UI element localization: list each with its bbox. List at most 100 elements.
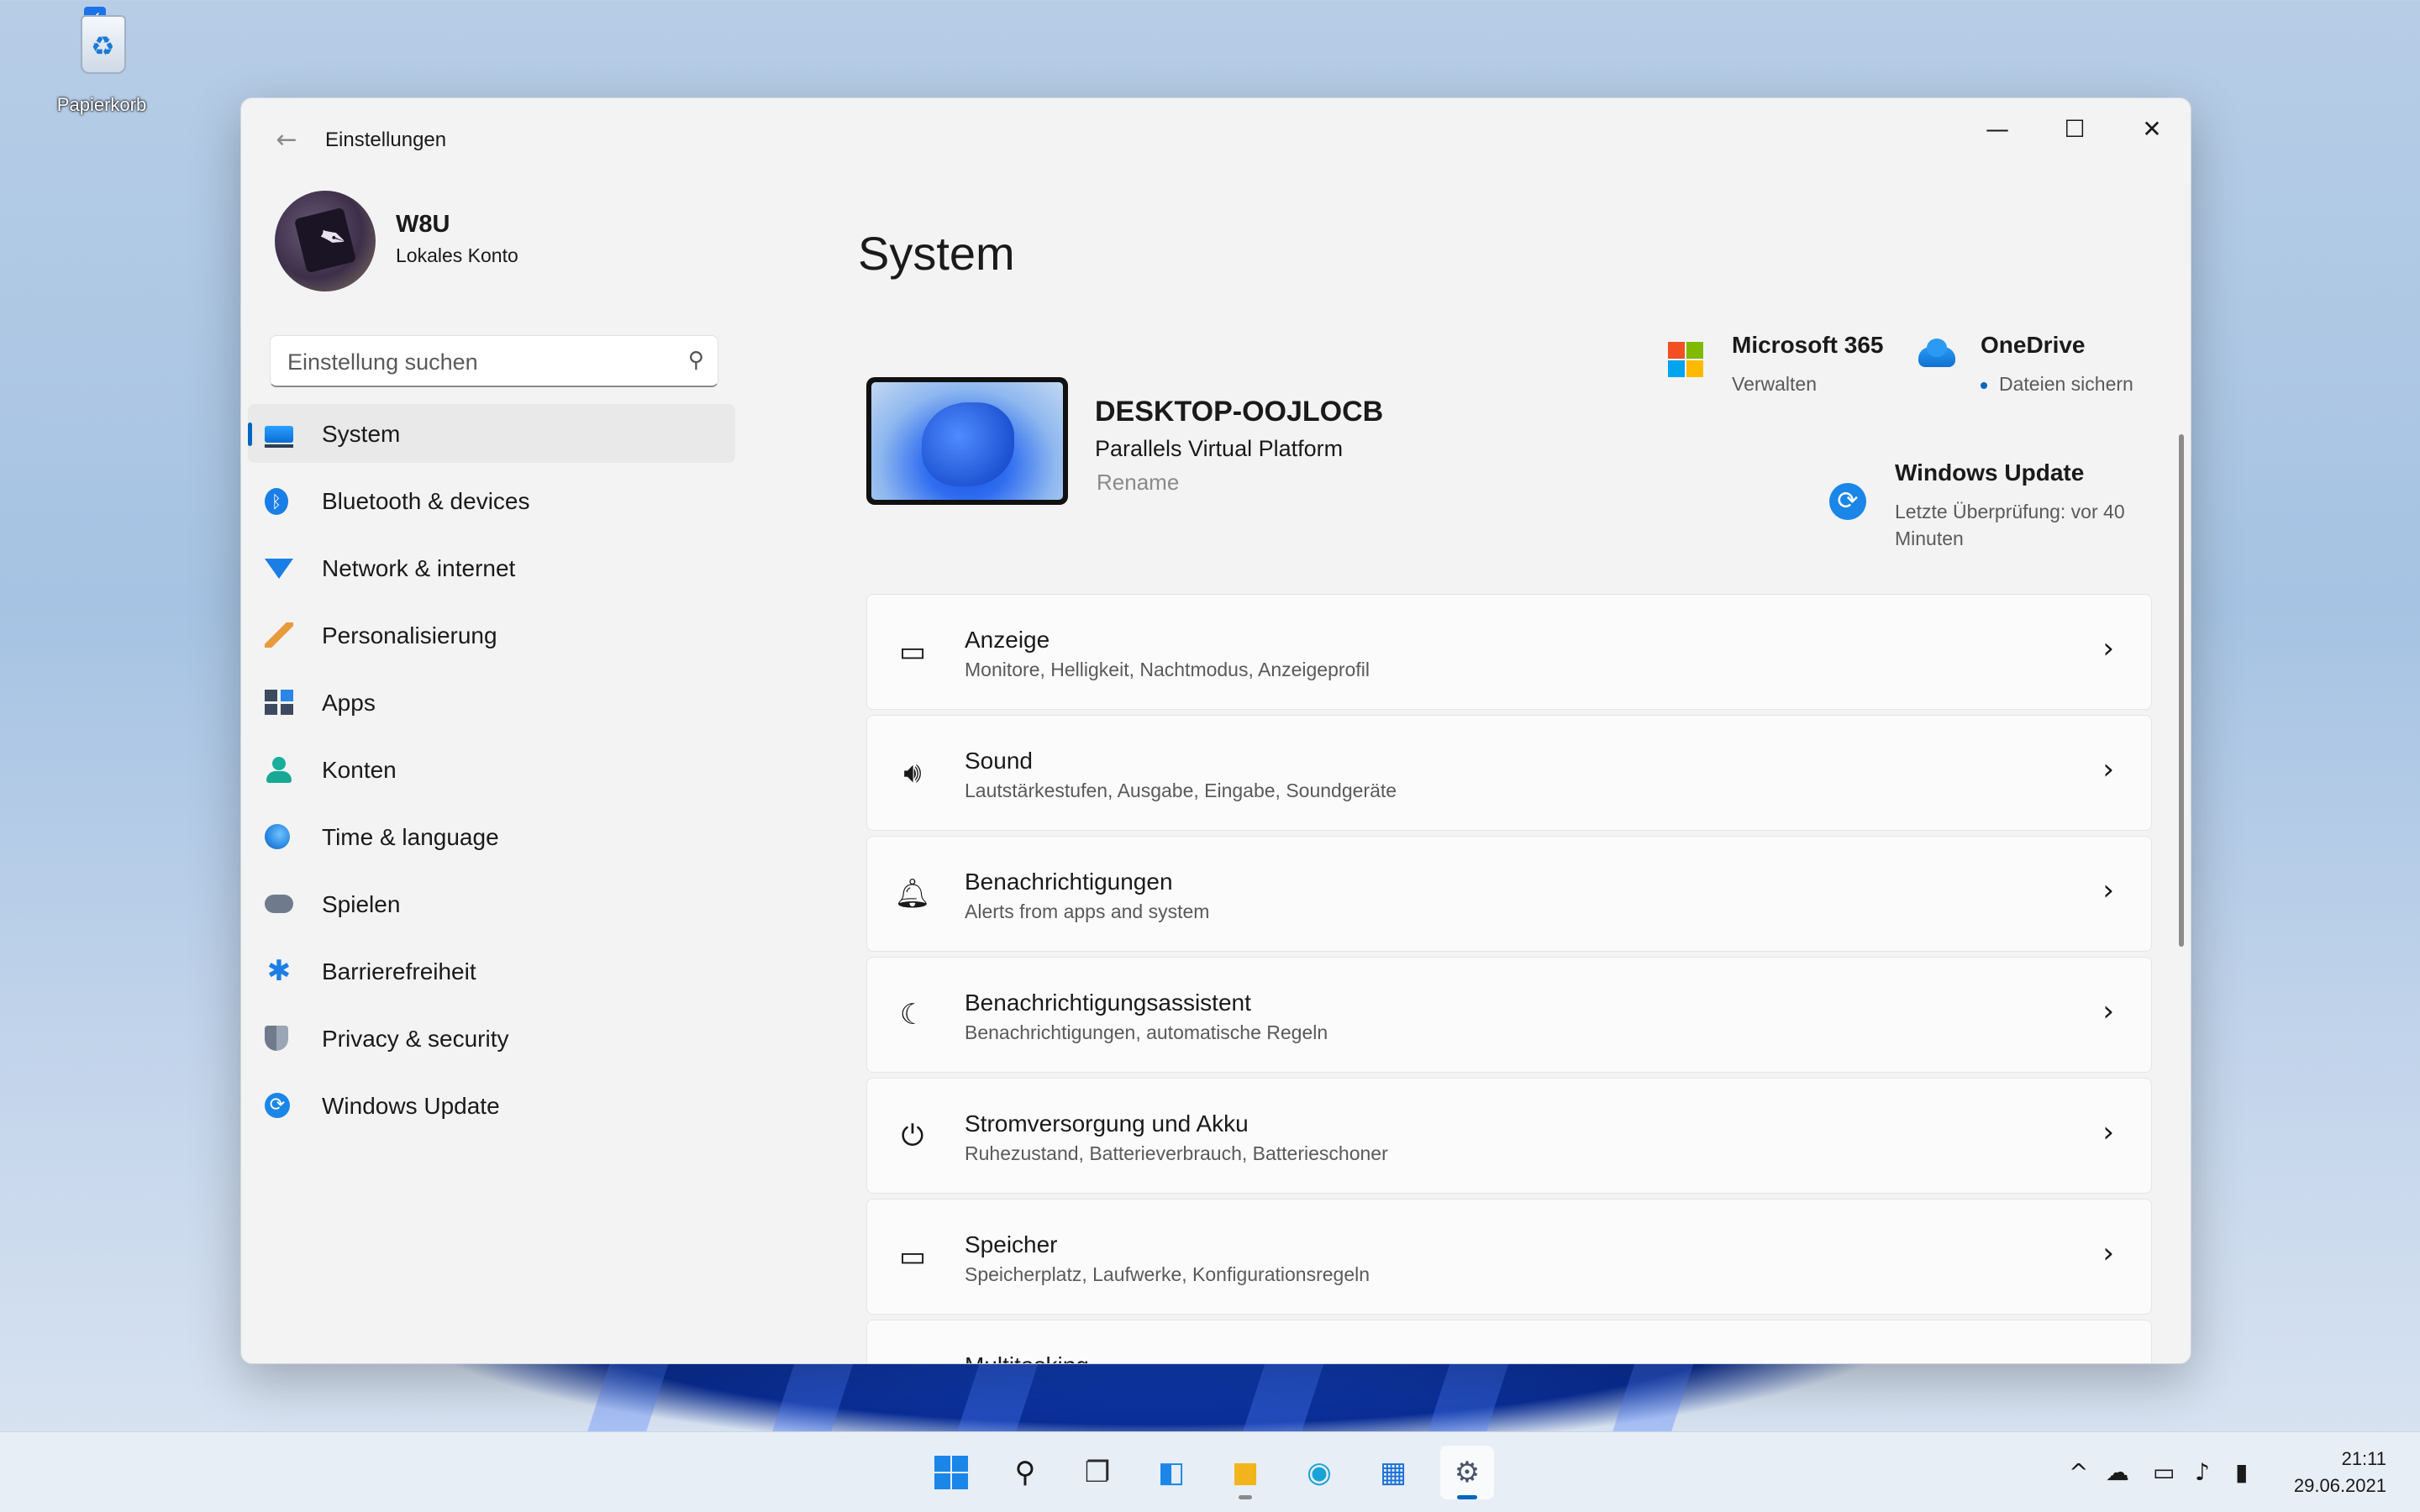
sidebar-item-personalization[interactable]: Personalisierung	[248, 606, 735, 664]
store-button[interactable]: ▦	[1366, 1446, 1420, 1499]
widgets-icon: ◧	[1157, 1456, 1186, 1489]
bluetooth-icon: ᛒ	[265, 488, 288, 515]
sidebar-item-label: Barrierefreiheit	[322, 958, 476, 984]
windows-update-icon[interactable]: ⟳	[1829, 483, 1866, 520]
chevron-right-icon: ›	[2102, 874, 2114, 907]
bell-icon: 🔔︎	[894, 877, 931, 911]
card-subtitle: Ruhezustand, Batterieverbrauch, Batterie…	[965, 1142, 1388, 1164]
system-icon	[265, 426, 293, 448]
microsoft365-tile[interactable]: Microsoft 365 Verwalten	[1732, 332, 1884, 397]
card-subtitle: Benachrichtigungen, automatische Regeln	[965, 1021, 1328, 1043]
card-focus-assist[interactable]: ☾ Benachrichtigungsassistent Benachricht…	[866, 957, 2152, 1073]
task-view-icon: ❐	[1084, 1456, 1111, 1489]
windows-logo-icon	[934, 1456, 968, 1489]
microsoft-logo-icon[interactable]	[1668, 342, 1703, 377]
store-bag-icon: ▦	[1379, 1456, 1407, 1489]
card-title: Speicher	[965, 1231, 1058, 1257]
clock-time: 21:11	[2341, 1448, 2386, 1469]
widgets-button[interactable]: ◧	[1144, 1446, 1198, 1499]
avatar[interactable]: ✒	[275, 191, 376, 291]
settings-button[interactable]: ⚙	[1440, 1446, 1494, 1499]
device-name: DESKTOP-OOJLOCB	[1095, 396, 1384, 428]
sidebar-item-accounts[interactable]: Konten	[248, 740, 735, 799]
search-icon[interactable]: ⚲	[688, 348, 704, 373]
sidebar-item-network[interactable]: Network & internet	[248, 538, 735, 597]
card-title: Stromversorgung und Akku	[965, 1110, 1249, 1137]
edge-button[interactable]: ◉	[1292, 1446, 1346, 1499]
person-icon	[265, 757, 293, 783]
sidebar-item-label: Privacy & security	[322, 1026, 509, 1052]
minimize-button[interactable]: —	[1959, 103, 2036, 155]
sidebar-item-system[interactable]: System	[248, 404, 735, 463]
card-title: Anzeige	[965, 627, 1050, 653]
card-multitasking[interactable]: ▭ Multitasking ›	[866, 1320, 2152, 1363]
onedrive-tray-icon[interactable]: ☁	[2106, 1432, 2129, 1512]
search-input[interactable]	[287, 348, 657, 376]
recycle-bin-desktop-icon[interactable]: ✓ ♻ Papierkorb	[47, 7, 156, 116]
account-type: Lokales Konto	[396, 244, 518, 266]
search-button[interactable]: ⚲	[998, 1446, 1052, 1499]
sidebar-item-label: Apps	[322, 690, 376, 716]
wallpaper-preview	[871, 382, 1063, 500]
onedrive-cloud-icon[interactable]	[1918, 339, 1955, 367]
folder-icon: ■	[1231, 1456, 1260, 1489]
sidebar-item-privacy[interactable]: Privacy & security	[248, 1009, 735, 1068]
accessibility-icon: ✱	[266, 954, 292, 988]
settings-search-box[interactable]: ⚲	[270, 335, 718, 387]
battery-tray-icon[interactable]: ▮	[2235, 1432, 2248, 1512]
rename-link[interactable]: Rename	[1097, 470, 1179, 496]
update-icon: ⟳	[265, 1093, 290, 1118]
task-view-button[interactable]: ❐	[1071, 1446, 1124, 1499]
sidebar-item-label: Konten	[322, 757, 397, 783]
sidebar-item-apps[interactable]: Apps	[248, 673, 735, 732]
user-name: W8U	[396, 211, 450, 238]
power-icon: ⏻	[901, 1119, 924, 1152]
recycle-icon: ♻	[91, 30, 115, 62]
start-button[interactable]	[924, 1446, 978, 1499]
card-power-battery[interactable]: ⏻ Stromversorgung und Akku Ruhezustand, …	[866, 1078, 2152, 1194]
gamepad-icon	[265, 895, 293, 913]
windows-update-tile[interactable]: Windows Update Letzte Überprüfung: vor 4…	[1895, 459, 2181, 552]
sidebar-item-gaming[interactable]: Spielen	[248, 874, 735, 933]
chevron-up-icon[interactable]: ^	[2069, 1432, 2088, 1512]
file-explorer-button[interactable]: ■	[1218, 1446, 1272, 1499]
chevron-right-icon: ›	[2102, 1357, 2114, 1363]
search-icon: ⚲	[1014, 1456, 1036, 1489]
user-profile[interactable]: ✒ W8U Lokales Konto	[275, 191, 712, 300]
status-dot-icon	[1981, 381, 1987, 389]
card-subtitle: Speicherplatz, Laufwerke, Konfigurations…	[965, 1263, 1370, 1285]
maximize-button[interactable]: ☐	[2036, 103, 2113, 155]
onedrive-tile[interactable]: OneDrive Dateien sichern	[1981, 332, 2133, 397]
card-subtitle: Monitore, Helligkeit, Nachtmodus, Anzeig…	[965, 659, 1370, 680]
volume-tray-icon[interactable]: ♪	[2195, 1432, 2210, 1512]
display-icon: ▭	[898, 635, 927, 669]
card-title: Multitasking	[965, 1352, 1089, 1363]
sidebar-item-time-language[interactable]: Time & language	[248, 807, 735, 866]
windows-update-subtitle: Letzte Überprüfung: vor 40 Minuten	[1895, 501, 2125, 549]
clock[interactable]: 21:11 29.06.2021	[2294, 1446, 2386, 1499]
globe-clock-icon	[265, 824, 290, 849]
microsoft365-title: Microsoft 365	[1732, 332, 1884, 358]
scrollbar[interactable]	[2179, 434, 2184, 947]
sidebar-nav: System ᛒ Bluetooth & devices Network & i…	[248, 404, 735, 1143]
sidebar-item-windows-update[interactable]: ⟳ Windows Update	[248, 1076, 735, 1135]
sidebar-item-accessibility[interactable]: ✱ Barrierefreiheit	[248, 942, 735, 1000]
speaker-icon: 🔊︎	[903, 756, 922, 790]
card-display[interactable]: ▭ Anzeige Monitore, Helligkeit, Nachtmod…	[866, 594, 2152, 710]
sidebar-item-label: System	[322, 421, 401, 447]
card-sound[interactable]: 🔊︎ Sound Lautstärkestufen, Ausgabe, Eing…	[866, 715, 2152, 831]
card-storage[interactable]: ▭ Speicher Speicherplatz, Laufwerke, Kon…	[866, 1199, 2152, 1315]
card-notifications[interactable]: 🔔︎ Benachrichtigungen Alerts from apps a…	[866, 836, 2152, 952]
settings-window: ← Einstellungen — ☐ ✕ ✒ W8U Lokales Kont…	[240, 97, 2191, 1364]
sidebar-item-bluetooth[interactable]: ᛒ Bluetooth & devices	[248, 471, 735, 530]
wifi-icon	[265, 559, 293, 579]
onedrive-subtitle: Dateien sichern	[1999, 373, 2133, 395]
chevron-right-icon: ›	[2102, 632, 2114, 665]
close-button[interactable]: ✕	[2113, 103, 2191, 155]
taskbar: ⚲ ❐ ◧ ■ ◉ ▦ ⚙ ^ ☁ ▭ ♪ ▮ 21:11 29.06.2021	[0, 1431, 2420, 1512]
chevron-right-icon: ›	[2102, 753, 2114, 786]
back-arrow-icon[interactable]: ←	[266, 120, 307, 160]
network-tray-icon[interactable]: ▭	[2153, 1432, 2175, 1512]
multitasking-icon: ▭	[894, 1359, 931, 1363]
title-bar[interactable]: ← Einstellungen — ☐ ✕	[241, 98, 2191, 179]
